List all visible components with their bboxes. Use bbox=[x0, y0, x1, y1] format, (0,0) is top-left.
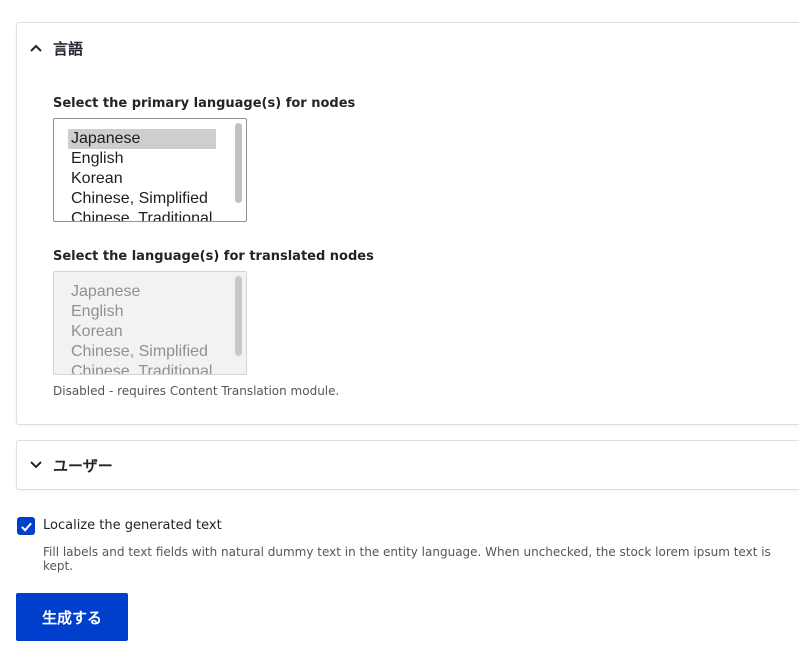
checkmark-icon bbox=[20, 522, 32, 532]
chevron-down-icon bbox=[30, 461, 42, 469]
primary-language-label: Select the primary language(s) for nodes bbox=[53, 96, 356, 111]
translated-language-option: Japanese bbox=[71, 283, 141, 300]
language-details: 言語 Select the primary language(s) for no… bbox=[16, 22, 799, 425]
translated-language-scrollbar bbox=[235, 276, 242, 356]
language-details-title: 言語 bbox=[53, 39, 84, 58]
translated-language-label: Select the language(s) for translated no… bbox=[53, 249, 374, 264]
localize-checkbox[interactable] bbox=[17, 517, 35, 535]
translated-language-option: Chinese, Traditional bbox=[71, 363, 213, 375]
user-details-summary[interactable]: ユーザー bbox=[29, 453, 113, 477]
translated-language-select: Japanese English Korean Chinese, Simplif… bbox=[53, 271, 247, 375]
localize-label[interactable]: Localize the generated text bbox=[43, 518, 222, 533]
language-details-summary[interactable]: 言語 bbox=[29, 36, 83, 60]
translated-language-option: Chinese, Simplified bbox=[71, 343, 208, 360]
primary-language-option[interactable]: English bbox=[68, 149, 216, 169]
user-details-title: ユーザー bbox=[53, 456, 113, 475]
primary-language-select[interactable]: Japanese English Korean Chinese, Simplif… bbox=[53, 118, 247, 222]
translated-language-option: English bbox=[71, 303, 124, 320]
user-details: ユーザー bbox=[16, 440, 799, 490]
primary-language-option[interactable]: Japanese bbox=[68, 129, 216, 149]
primary-language-scrollbar[interactable] bbox=[235, 123, 242, 203]
primary-language-option[interactable]: Korean bbox=[68, 169, 216, 189]
primary-language-option[interactable]: Chinese, Simplified bbox=[68, 189, 216, 209]
primary-language-option[interactable]: Chinese, Traditional bbox=[68, 209, 216, 221]
translated-disabled-note: Disabled - requires Content Translation … bbox=[53, 384, 340, 398]
localize-description: Fill labels and text fields with natural… bbox=[43, 545, 771, 573]
chevron-up-icon bbox=[30, 44, 42, 52]
translated-language-option: Korean bbox=[71, 323, 123, 340]
generate-button[interactable]: 生成する bbox=[16, 593, 128, 641]
